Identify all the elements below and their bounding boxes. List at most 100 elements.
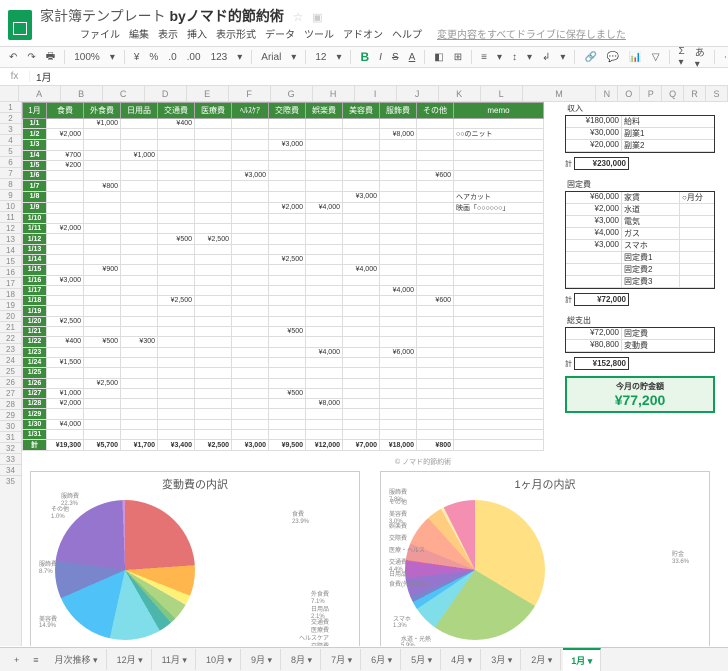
doc-title[interactable]: 家計簿テンプレート byノマド的節約術 bbox=[40, 8, 284, 24]
bold-button[interactable]: B bbox=[357, 50, 372, 64]
wrap-icon[interactable]: ↲ bbox=[539, 52, 553, 63]
col-L[interactable]: L bbox=[481, 86, 523, 102]
row-10[interactable]: 10 bbox=[0, 201, 22, 212]
zoom-select[interactable]: 100% bbox=[71, 52, 103, 63]
row-23[interactable]: 23 bbox=[0, 344, 22, 355]
number-format[interactable]: 123 bbox=[208, 52, 231, 63]
col-G[interactable]: G bbox=[271, 86, 313, 102]
tab-2月[interactable]: 2月 ▾ bbox=[523, 649, 561, 670]
tab-6月[interactable]: 6月 ▾ bbox=[363, 649, 401, 670]
col-C[interactable]: C bbox=[103, 86, 145, 102]
row-24[interactable]: 24 bbox=[0, 355, 22, 366]
redo-icon[interactable]: ↷ bbox=[24, 52, 38, 63]
row-22[interactable]: 22 bbox=[0, 333, 22, 344]
row-4[interactable]: 4 bbox=[0, 135, 22, 146]
row-25[interactable]: 25 bbox=[0, 366, 22, 377]
row-14[interactable]: 14 bbox=[0, 245, 22, 256]
row-5[interactable]: 5 bbox=[0, 146, 22, 157]
folder-icon[interactable]: ▣ bbox=[312, 12, 322, 24]
font-select[interactable]: Arial bbox=[258, 52, 284, 63]
row-20[interactable]: 20 bbox=[0, 311, 22, 322]
expense-table[interactable]: 1月食費外食費日用品交通費医療費ﾍﾙｽｹｱ交際費娯楽費美容費服飾費その他memo… bbox=[22, 102, 544, 451]
col-N[interactable]: N bbox=[596, 86, 618, 102]
text-color-button[interactable]: A bbox=[406, 52, 419, 63]
menu-挿入[interactable]: 挿入 bbox=[187, 26, 207, 41]
row-33[interactable]: 33 bbox=[0, 454, 22, 465]
row-28[interactable]: 28 bbox=[0, 399, 22, 410]
more-icon[interactable]: ⋯ bbox=[721, 52, 728, 63]
border-icon[interactable]: ⊞ bbox=[451, 52, 465, 63]
variable-cost-chart[interactable]: 変動費の内訳 食費23.9% 外食費7.1% 日用品2.1% 交通費 医療費 ヘ… bbox=[30, 471, 360, 646]
row-8[interactable]: 8 bbox=[0, 179, 22, 190]
col-D[interactable]: D bbox=[145, 86, 187, 102]
monthly-breakdown-chart[interactable]: 1ヶ月の内訳 貯金33.6% 家賃26.1% 水道・光熱5.9% スマホ1.3%… bbox=[380, 471, 710, 646]
tab-5月[interactable]: 5月 ▾ bbox=[403, 649, 441, 670]
col-J[interactable]: J bbox=[397, 86, 439, 102]
tab-4月[interactable]: 4月 ▾ bbox=[443, 649, 481, 670]
menu-ファイル[interactable]: ファイル bbox=[80, 26, 120, 41]
row-3[interactable]: 3 bbox=[0, 124, 22, 135]
row-2[interactable]: 2 bbox=[0, 113, 22, 124]
col-I[interactable]: I bbox=[355, 86, 397, 102]
add-sheet-button[interactable]: + bbox=[8, 651, 25, 669]
menu-編集[interactable]: 編集 bbox=[129, 26, 149, 41]
row-17[interactable]: 17 bbox=[0, 278, 22, 289]
col-H[interactable]: H bbox=[313, 86, 355, 102]
row-15[interactable]: 15 bbox=[0, 256, 22, 267]
print-icon[interactable]: 🖶 bbox=[43, 49, 58, 66]
col-K[interactable]: K bbox=[439, 86, 481, 102]
menu-表示形式[interactable]: 表示形式 bbox=[216, 26, 256, 41]
col-R[interactable]: R bbox=[684, 86, 706, 102]
menu-表示[interactable]: 表示 bbox=[158, 26, 178, 41]
row-1[interactable]: 1 bbox=[0, 102, 22, 113]
formula-bar[interactable]: 1月 bbox=[30, 69, 52, 84]
chart-icon[interactable]: 📊 bbox=[626, 52, 644, 63]
italic-button[interactable]: I bbox=[376, 52, 385, 63]
tab-11月[interactable]: 11月 ▾ bbox=[154, 649, 196, 670]
row-35[interactable]: 35 bbox=[0, 476, 22, 646]
row-7[interactable]: 7 bbox=[0, 168, 22, 179]
row-31[interactable]: 31 bbox=[0, 432, 22, 443]
row-34[interactable]: 34 bbox=[0, 465, 22, 476]
comment-icon[interactable]: 💬 bbox=[604, 52, 622, 63]
col-O[interactable]: O bbox=[618, 86, 640, 102]
row-11[interactable]: 11 bbox=[0, 212, 22, 223]
fill-icon[interactable]: ◧ bbox=[431, 52, 446, 63]
row-18[interactable]: 18 bbox=[0, 289, 22, 300]
row-27[interactable]: 27 bbox=[0, 388, 22, 399]
percent-format[interactable]: % bbox=[146, 52, 161, 63]
row-9[interactable]: 9 bbox=[0, 190, 22, 201]
menu-データ[interactable]: データ bbox=[265, 26, 295, 41]
row-6[interactable]: 6 bbox=[0, 157, 22, 168]
row-16[interactable]: 16 bbox=[0, 267, 22, 278]
star-icon[interactable]: ☆ bbox=[293, 10, 304, 24]
tab-1月[interactable]: 1月 ▾ bbox=[563, 648, 601, 671]
link-icon[interactable]: 🔗 bbox=[581, 52, 599, 63]
col-Q[interactable]: Q bbox=[662, 86, 684, 102]
menu-ツール[interactable]: ツール bbox=[304, 26, 334, 41]
row-29[interactable]: 29 bbox=[0, 410, 22, 421]
row-12[interactable]: 12 bbox=[0, 223, 22, 234]
currency-format[interactable]: ¥ bbox=[131, 52, 143, 63]
tab-9月[interactable]: 9月 ▾ bbox=[243, 649, 281, 670]
strike-button[interactable]: S bbox=[389, 52, 402, 63]
tab-3月[interactable]: 3月 ▾ bbox=[483, 649, 521, 670]
row-32[interactable]: 32 bbox=[0, 443, 22, 454]
all-sheets-button[interactable]: ≡ bbox=[27, 651, 44, 669]
col-F[interactable]: F bbox=[229, 86, 271, 102]
filter-icon[interactable]: ▽ bbox=[649, 52, 663, 63]
col-E[interactable]: E bbox=[187, 86, 229, 102]
menu-ヘルプ[interactable]: ヘルプ bbox=[392, 26, 422, 41]
valign-icon[interactable]: ↕ bbox=[509, 52, 520, 63]
tab-8月[interactable]: 8月 ▾ bbox=[283, 649, 321, 670]
row-19[interactable]: 19 bbox=[0, 300, 22, 311]
tab-月次推移[interactable]: 月次推移 ▾ bbox=[47, 649, 107, 670]
menu-アドオン[interactable]: アドオン bbox=[343, 26, 383, 41]
col-S[interactable]: S bbox=[706, 86, 728, 102]
col-B[interactable]: B bbox=[61, 86, 103, 102]
row-26[interactable]: 26 bbox=[0, 377, 22, 388]
col-M[interactable]: M bbox=[523, 86, 597, 102]
font-size[interactable]: 12 bbox=[312, 52, 329, 63]
align-icon[interactable]: ≡ bbox=[478, 52, 490, 63]
tab-7月[interactable]: 7月 ▾ bbox=[323, 649, 361, 670]
